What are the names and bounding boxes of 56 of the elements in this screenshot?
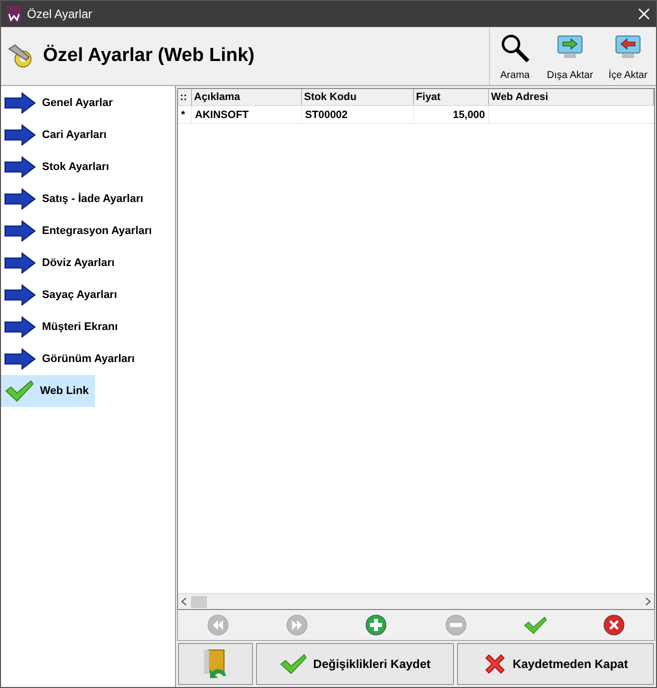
search-button[interactable]: Arama	[490, 31, 540, 85]
navigator-button[interactable]	[602, 613, 626, 637]
scroll-left-icon[interactable]	[181, 597, 187, 606]
sidebar-item[interactable]: Müşteri Ekranı	[1, 311, 124, 343]
arrow-icon	[4, 156, 36, 178]
arrow-icon	[4, 348, 36, 370]
table-cell: 15,000	[414, 106, 489, 124]
sidebar-item[interactable]: Satış - İade Ayarları	[1, 183, 150, 215]
arrow-icon	[4, 252, 36, 274]
arrow-icon	[4, 220, 36, 242]
monitor-arrow-icon	[556, 33, 584, 61]
check-icon	[279, 652, 308, 676]
row-indicator: *	[178, 106, 192, 124]
toolbar-button[interactable]: Dışa Aktar	[540, 31, 600, 85]
window-title: Özel Ayarlar	[27, 7, 94, 21]
indicator-header: ::	[178, 89, 192, 106]
sidebar-item[interactable]: Görünüm Ayarları	[1, 343, 141, 375]
horizontal-scrollbar[interactable]	[178, 593, 654, 609]
save-button[interactable]: Değişiklikleri Kaydet	[256, 643, 454, 685]
close-button[interactable]: Kaydetmeden Kapat	[456, 643, 654, 685]
scroll-thumb[interactable]	[191, 596, 207, 608]
sidebar-item[interactable]: Sayaç Ayarları	[1, 279, 124, 311]
sidebar-item[interactable]: Döviz Ayarları	[1, 247, 121, 279]
column-header[interactable]: Açıklama	[192, 89, 302, 106]
minus-icon	[444, 614, 467, 636]
close-icon[interactable]	[638, 8, 650, 20]
arrow-icon	[4, 188, 36, 210]
column-header[interactable]: Web Adresi	[489, 89, 654, 106]
toolbar-button[interactable]: İçe Aktar	[600, 31, 656, 85]
sidebar-item[interactable]: Cari Ayarları	[1, 119, 113, 151]
rewind-icon	[206, 614, 229, 636]
arrow-icon	[4, 124, 36, 146]
arrow-icon	[4, 92, 36, 114]
arrow-icon	[4, 284, 36, 306]
check-icon	[4, 379, 34, 403]
cancel-icon	[603, 614, 626, 636]
monitor-arrow-icon	[614, 33, 642, 61]
sidebar-item[interactable]: Genel Ayarlar	[1, 87, 119, 119]
app-icon	[7, 6, 21, 22]
column-header[interactable]: Fiyat	[414, 89, 489, 106]
column-header[interactable]: Stok Kodu	[302, 89, 414, 106]
sidebar-item[interactable]: Stok Ayarları	[1, 151, 116, 183]
search-icon	[500, 33, 530, 63]
sidebar-item[interactable]: Web Link	[1, 375, 95, 407]
fast-forward-icon	[286, 614, 308, 636]
table-cell: AKINSOFT	[192, 106, 302, 124]
arrow-icon	[4, 316, 36, 338]
exit-button[interactable]	[178, 643, 254, 685]
close-icon	[482, 652, 507, 676]
sidebar-item[interactable]: Entegrasyon Ayarları	[1, 215, 158, 247]
table-cell: ST00002	[302, 106, 414, 124]
scroll-right-icon[interactable]	[645, 597, 651, 606]
navigator-button[interactable]	[364, 613, 388, 637]
page-title: Özel Ayarlar (Web Link)	[43, 45, 256, 67]
plus-icon	[365, 614, 388, 636]
check-icon	[522, 614, 547, 636]
